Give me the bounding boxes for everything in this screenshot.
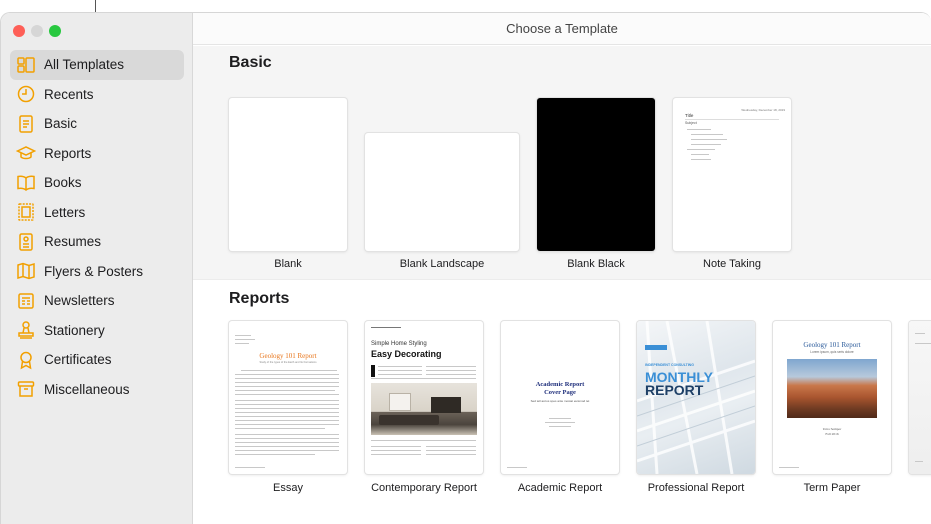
- template-label: Academic Report: [517, 482, 603, 494]
- term-paper-heading: Geology 101 Report: [803, 341, 861, 349]
- template-label: Blank: [274, 258, 302, 270]
- template-gallery: Choose a Template Basic Blank Blank Land…: [193, 13, 931, 524]
- academic-subheading: Cover Page: [544, 389, 576, 396]
- note-title: Title: [685, 113, 694, 118]
- academic-tagline: Sed tell accus spes ante mostat euismod …: [530, 399, 590, 403]
- sidebar-item-label: Books: [44, 175, 82, 191]
- template-chooser-window: All Templates Recents Basic Reports Book…: [0, 12, 931, 524]
- sidebar-item-label: Reports: [44, 145, 92, 161]
- sidebar-item-label: Stationery: [44, 322, 105, 338]
- template-thumbnail[interactable]: [909, 321, 931, 474]
- sidebar-item-reports[interactable]: Reports: [10, 139, 184, 169]
- sidebar-item-basic[interactable]: Basic: [10, 109, 184, 139]
- window-title: Choose a Template: [193, 13, 931, 45]
- close-window-button[interactable]: [13, 25, 25, 37]
- sidebar-item-certificates[interactable]: Certificates: [10, 345, 184, 375]
- sidebar-item-label: Resumes: [44, 234, 102, 250]
- sidebar-item-miscellaneous[interactable]: Miscellaneous: [10, 375, 184, 405]
- contemporary-heading: Easy Decorating: [371, 349, 442, 359]
- essay-heading: Geology 101 Report: [259, 352, 317, 360]
- sidebar-item-recents[interactable]: Recents: [10, 80, 184, 110]
- clock-icon: [16, 84, 36, 104]
- template-thumbnail[interactable]: Simple Home Styling Easy Decorating: [365, 321, 483, 474]
- newspaper-icon: [16, 291, 36, 311]
- minimize-window-button[interactable]: [31, 25, 43, 37]
- zoom-window-button[interactable]: [49, 25, 61, 37]
- sidebar-item-flyers-posters[interactable]: Flyers & Posters: [10, 257, 184, 287]
- template-label: Blank Landscape: [399, 258, 485, 270]
- template-thumbnail[interactable]: Geology 101 Report Lorem ipsum, quis ser…: [773, 321, 891, 474]
- essay-subheading: Study of the types of the Earth and Its …: [259, 361, 317, 364]
- map-icon: [16, 261, 36, 281]
- sidebar-item-label: Miscellaneous: [44, 381, 130, 397]
- template-label: Contemporary Report: [371, 482, 477, 494]
- template-thumbnail[interactable]: [537, 98, 655, 251]
- template-label: Professional Report: [647, 482, 745, 494]
- template-label: Essay: [273, 482, 303, 494]
- contemporary-photo: [371, 383, 477, 435]
- term-paper-canyon-photo: [787, 359, 877, 418]
- sidebar-item-newsletters[interactable]: Newsletters: [10, 286, 184, 316]
- template-label: Blank Black: [567, 258, 625, 270]
- template-label: Note Taking: [703, 258, 761, 270]
- section-basic: Basic Blank Blank Landscape Blank Black …: [193, 46, 931, 279]
- section-reports: Reports Geology 101 Report Study of the …: [193, 279, 931, 524]
- professional-kicker: INDEPENDENT CONSULTING: [645, 363, 694, 367]
- book-icon: [16, 173, 36, 193]
- sidebar-item-label: Basic: [44, 116, 78, 132]
- contemporary-kicker: Simple Home Styling: [371, 341, 427, 347]
- resume-icon: [16, 232, 36, 252]
- sidebar-item-label: Letters: [44, 204, 86, 220]
- template-label: Term Paper: [803, 482, 861, 494]
- category-list: All Templates Recents Basic Reports Book…: [10, 50, 184, 404]
- template-thumbnail[interactable]: INDEPENDENT CONSULTING MONTHLY REPORT: [637, 321, 755, 474]
- sidebar-item-all-templates[interactable]: All Templates: [10, 50, 184, 80]
- section-title-basic: Basic: [229, 54, 272, 71]
- sidebar-item-stationery[interactable]: Stationery: [10, 316, 184, 346]
- sidebar-item-label: Newsletters: [44, 293, 115, 309]
- sidebar-item-label: Certificates: [44, 352, 112, 368]
- archive-icon: [16, 379, 36, 399]
- document-icon: [16, 114, 36, 134]
- sidebar-item-label: Recents: [44, 86, 94, 102]
- academic-heading: Academic Report: [535, 381, 585, 388]
- stamp-person-icon: [16, 320, 36, 340]
- term-paper-date: Fall 2016: [825, 432, 839, 436]
- graduation-cap-icon: [16, 143, 36, 163]
- stamp-icon: [16, 202, 36, 222]
- template-thumbnail[interactable]: Wednesday, December 18, 2019 Title Subje…: [673, 98, 791, 251]
- term-paper-subheading: Lorem ipsum, quis seris dolore: [810, 350, 854, 354]
- template-thumbnail[interactable]: [365, 133, 519, 251]
- template-thumbnail[interactable]: [229, 98, 347, 251]
- note-subject: Subject: [685, 121, 697, 125]
- sidebar: All Templates Recents Basic Reports Book…: [1, 13, 193, 524]
- sidebar-item-label: Flyers & Posters: [44, 263, 144, 279]
- template-thumbnail[interactable]: Academic Report Cover Page Sed tell accu…: [501, 321, 619, 474]
- note-date: Wednesday, December 18, 2019: [741, 108, 785, 112]
- section-title-reports: Reports: [229, 290, 290, 307]
- professional-heading-2: REPORT: [645, 382, 704, 398]
- sidebar-item-letters[interactable]: Letters: [10, 198, 184, 228]
- sidebar-item-resumes[interactable]: Resumes: [10, 227, 184, 257]
- ribbon-icon: [16, 350, 36, 370]
- grid-icon: [16, 55, 36, 75]
- sidebar-item-books[interactable]: Books: [10, 168, 184, 198]
- sidebar-item-label: All Templates: [44, 57, 125, 73]
- term-paper-author: Urna Semper: [822, 427, 842, 431]
- template-thumbnail[interactable]: Geology 101 Report Study of the types of…: [229, 321, 347, 474]
